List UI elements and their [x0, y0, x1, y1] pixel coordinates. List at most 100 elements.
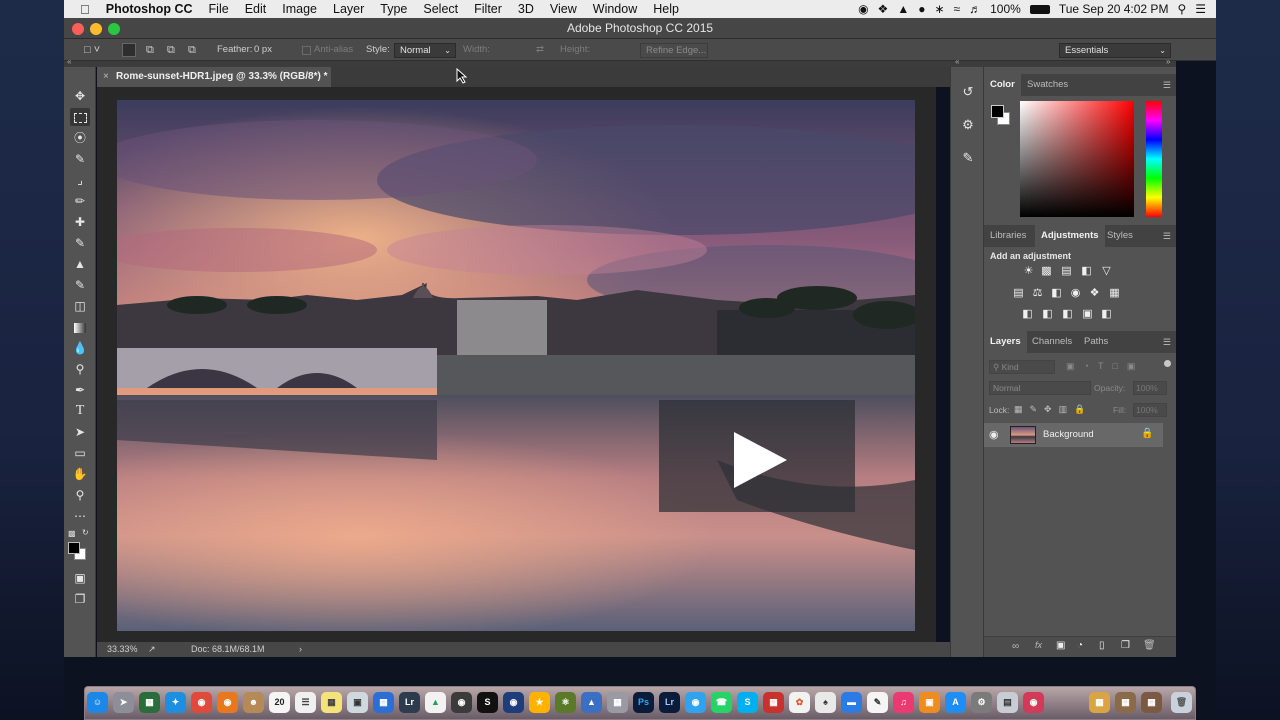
foreground-color-swatch[interactable]: [68, 542, 80, 554]
swap-colors-icon[interactable]: ↻: [82, 528, 89, 537]
app-icon[interactable]: ▦: [607, 692, 628, 713]
menu-app-name[interactable]: Photoshop CC: [98, 2, 201, 16]
pen-tool-icon[interactable]: ✒: [70, 381, 90, 399]
dropbox-icon[interactable]: ❖: [878, 2, 889, 16]
itunes-icon[interactable]: ♫: [893, 692, 914, 713]
menu-help[interactable]: Help: [645, 2, 687, 16]
firefox-icon[interactable]: ◉: [217, 692, 238, 713]
canvas-area[interactable]: [97, 87, 936, 642]
battery-icon[interactable]: [1029, 4, 1050, 14]
system-preferences-icon[interactable]: ⚙: [971, 692, 992, 713]
panel-menu-icon[interactable]: ☰: [1163, 74, 1171, 96]
blur-tool-icon[interactable]: 💧: [70, 339, 90, 357]
lock-icon[interactable]: 🔒: [1141, 428, 1153, 439]
bluetooth-icon[interactable]: ∗: [934, 2, 944, 16]
menu-window[interactable]: Window: [585, 2, 645, 16]
stacks-icon[interactable]: ▦: [1141, 692, 1162, 713]
finder-icon[interactable]: ☺: [87, 692, 108, 713]
new-group-icon[interactable]: ▯: [1099, 640, 1105, 651]
new-layer-icon[interactable]: ❐: [1121, 640, 1130, 651]
photoshop-icon[interactable]: Ps: [633, 692, 654, 713]
spotlight-icon[interactable]: ⚲: [1177, 2, 1186, 16]
visibility-eye-icon[interactable]: ◉: [989, 428, 999, 441]
hand-tool-icon[interactable]: ✋: [70, 465, 90, 483]
crop-tool-icon[interactable]: ⌟: [70, 171, 90, 189]
intersect-selection-icon[interactable]: ⧉: [188, 39, 196, 61]
lasso-tool-icon[interactable]: ⦿: [70, 129, 90, 147]
launchpad-icon[interactable]: ➤: [113, 692, 134, 713]
marquee-tool-preset-icon[interactable]: □ ˅: [84, 39, 100, 61]
default-colors-icon[interactable]: ▩: [68, 529, 76, 538]
channel-mixer-icon[interactable]: ❖: [1088, 288, 1101, 299]
downloads-stack-icon[interactable]: ▦: [1089, 692, 1110, 713]
collapse-tools-icon[interactable]: «: [67, 57, 71, 66]
share-icon[interactable]: ↗: [148, 642, 156, 657]
history-panel-icon[interactable]: ↺: [958, 82, 978, 102]
panel-foreground-color[interactable]: [991, 105, 1004, 118]
menu-image[interactable]: Image: [274, 2, 325, 16]
menu-layer[interactable]: Layer: [325, 2, 372, 16]
style-select[interactable]: Normal ⌄: [394, 43, 456, 58]
tab-layers[interactable]: Layers: [984, 331, 1027, 353]
lightroom-2-icon[interactable]: Lr: [659, 692, 680, 713]
apple-icon[interactable]: : [64, 2, 98, 17]
lock-options-icons[interactable]: ▦✎✥▥🔒: [1014, 404, 1092, 415]
gradient-tool-icon[interactable]: [70, 318, 90, 336]
move-tool-icon[interactable]: ✥: [70, 87, 90, 105]
threshold-icon[interactable]: ◧: [1061, 309, 1074, 320]
selective-color-icon[interactable]: ◧: [1100, 309, 1113, 320]
type-tool-icon[interactable]: T: [70, 402, 90, 420]
properties-panel-icon[interactable]: ⚙: [958, 115, 978, 135]
notification-center-icon[interactable]: ☰: [1195, 2, 1206, 16]
color-balance-icon[interactable]: ⚖: [1031, 288, 1044, 299]
keynote-icon[interactable]: ▦: [373, 692, 394, 713]
zoom-level[interactable]: 33.33%: [107, 642, 138, 657]
fx-icon[interactable]: fx: [1035, 640, 1042, 650]
curves-icon[interactable]: ▤: [1060, 266, 1073, 277]
sync-icon[interactable]: ●: [918, 2, 925, 16]
close-tab-icon[interactable]: ×: [103, 67, 109, 87]
brush-tool-icon[interactable]: ✎: [70, 234, 90, 252]
flashcard-icon[interactable]: ◉: [1023, 692, 1044, 713]
google-drive-icon[interactable]: ▲: [425, 692, 446, 713]
dodge-tool-icon[interactable]: ⚲: [70, 360, 90, 378]
path-selection-tool-icon[interactable]: ➤: [70, 423, 90, 441]
quick-mask-icon[interactable]: ▣: [70, 569, 90, 587]
lightroom-icon[interactable]: Lr: [399, 692, 420, 713]
add-mask-icon[interactable]: ▣: [1056, 640, 1065, 651]
panel-menu-icon[interactable]: ☰: [1163, 225, 1171, 247]
layer-row[interactable]: ◉ Background 🔒: [984, 423, 1163, 447]
wifi-icon[interactable]: ≈: [954, 2, 961, 16]
chrome-icon[interactable]: ◉: [191, 692, 212, 713]
tab-paths[interactable]: Paths: [1084, 331, 1108, 353]
menu-3d[interactable]: 3D: [510, 2, 542, 16]
layer-thumbnail[interactable]: [1010, 426, 1036, 444]
blend-mode-select[interactable]: Normal: [989, 381, 1091, 395]
eraser-tool-icon[interactable]: ◫: [70, 297, 90, 315]
menu-type[interactable]: Type: [372, 2, 415, 16]
refine-edge-button[interactable]: Refine Edge...: [640, 43, 708, 58]
calendar-icon[interactable]: 20: [269, 692, 290, 713]
app-store-icon[interactable]: A: [945, 692, 966, 713]
contacts-icon[interactable]: ☻: [243, 692, 264, 713]
document-tab[interactable]: × Rome-sunset-HDR1.jpeg @ 33.3% (RGB/8*)…: [97, 67, 331, 87]
documents-stack-icon[interactable]: ▦: [1115, 692, 1136, 713]
panel-menu-icon[interactable]: ☰: [1163, 331, 1171, 353]
document-image[interactable]: [117, 100, 915, 631]
video-play-overlay[interactable]: [659, 400, 855, 512]
menu-view[interactable]: View: [542, 2, 585, 16]
tab-swatches[interactable]: Swatches: [1027, 74, 1068, 96]
messages-icon[interactable]: ◉: [685, 692, 706, 713]
xcode-icon[interactable]: ✯: [529, 692, 550, 713]
collapse-panels-icon[interactable]: »: [1166, 57, 1170, 66]
invert-icon[interactable]: ◧: [1021, 309, 1034, 320]
screen-record-icon[interactable]: ◉: [858, 2, 868, 16]
antialias-checkbox[interactable]: Anti-alias: [314, 39, 353, 61]
trash-can-icon[interactable]: 🗑: [1171, 692, 1192, 713]
skype-icon[interactable]: S: [737, 692, 758, 713]
new-selection-icon[interactable]: [122, 43, 136, 57]
font-book-icon[interactable]: ♠: [815, 692, 836, 713]
atom-icon[interactable]: ⚛: [555, 692, 576, 713]
swap-icon[interactable]: ⇄: [536, 39, 544, 61]
layer-name[interactable]: Background: [1043, 429, 1094, 440]
